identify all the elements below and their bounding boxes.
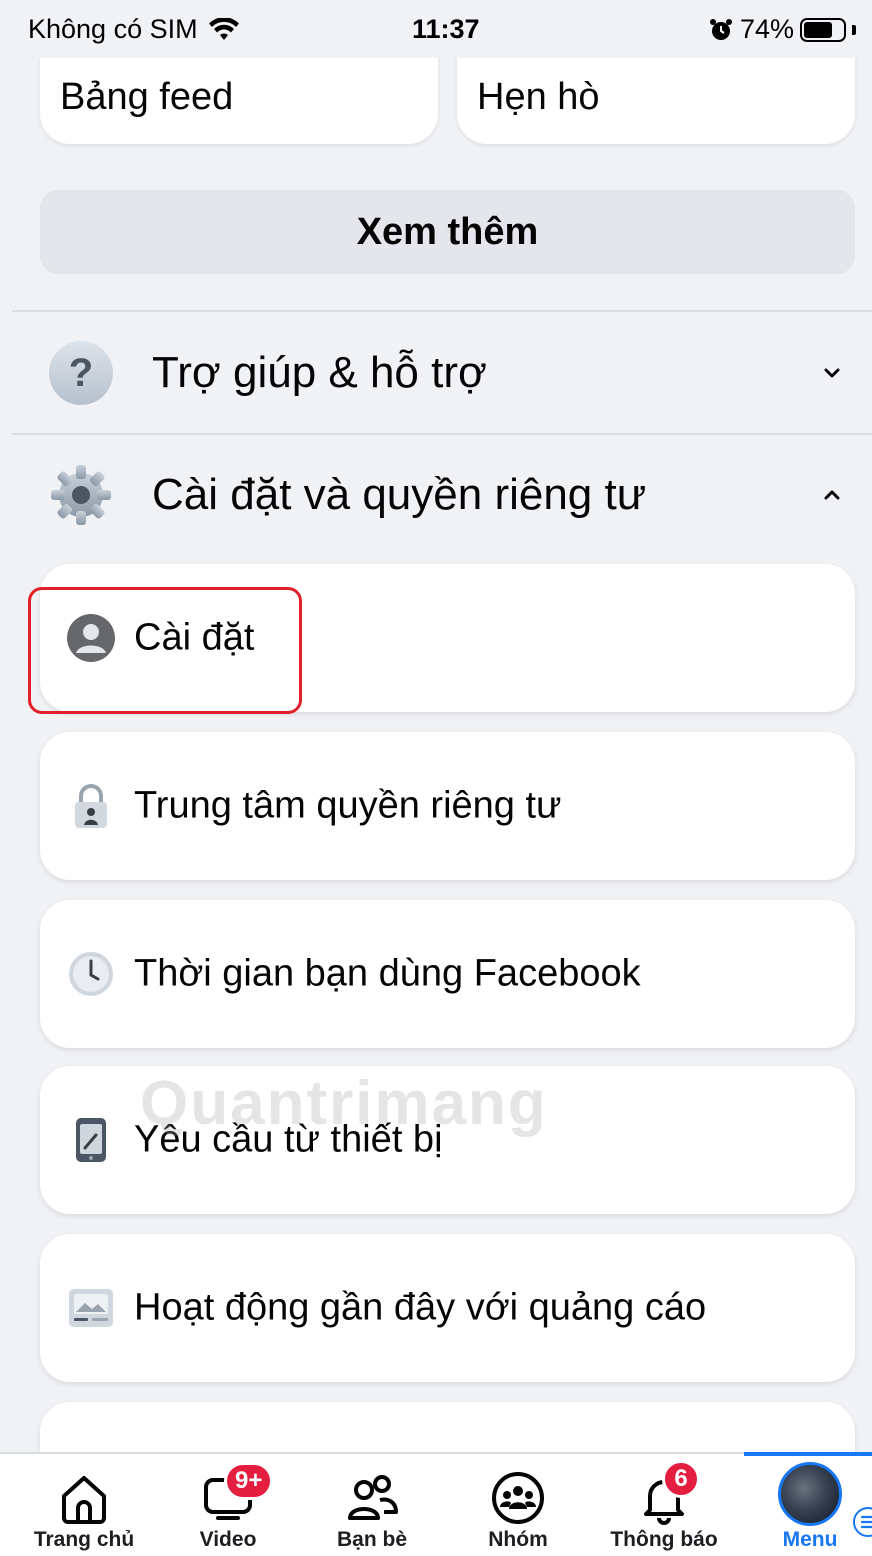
menu-item-time-on-facebook[interactable]: Thời gian bạn dùng Facebook: [40, 900, 855, 1048]
shortcut-feed-label: Bảng feed: [60, 76, 234, 118]
status-right: 74%: [708, 14, 856, 45]
clock-icon: [69, 952, 113, 996]
chevron-up-icon: [824, 490, 840, 500]
menu-item-privacy-center[interactable]: Trung tâm quyền riêng tư: [40, 732, 855, 880]
groups-icon: [492, 1472, 544, 1524]
battery-fill: [804, 21, 833, 38]
carrier-text: Không có SIM: [28, 14, 198, 44]
menu-item-ad-activity[interactable]: Hoạt động gần đây với quảng cáo: [40, 1234, 855, 1382]
wifi-icon: [208, 17, 239, 40]
lock-icon: [75, 784, 107, 828]
tab-home[interactable]: Trang chủ: [14, 1454, 154, 1556]
video-badge: 9+: [224, 1462, 274, 1500]
divider: [12, 310, 872, 312]
home-icon: [62, 1476, 106, 1524]
avatar: [778, 1462, 872, 1537]
tab-label: Bạn bè: [336, 1528, 407, 1551]
chevron-down-icon: [824, 368, 840, 378]
tab-groups[interactable]: Nhóm: [448, 1454, 588, 1556]
tab-label: Thông báo: [610, 1528, 718, 1551]
section-help-title: Trợ giúp & hỗ trợ: [152, 348, 487, 397]
status-left: Không có SIM: [28, 14, 240, 45]
gear-icon: [48, 462, 114, 528]
tab-friends[interactable]: Bạn bè: [302, 1454, 442, 1556]
alarm-icon: [709, 18, 732, 40]
battery-percent: 74%: [739, 14, 794, 44]
phone-icon: [76, 1118, 106, 1162]
shortcut-dating-label: Hẹn hò: [477, 76, 600, 118]
tab-label: Trang chủ: [33, 1528, 135, 1551]
see-more-button[interactable]: Xem thêm: [40, 190, 855, 274]
tab-video[interactable]: 9+ Video: [158, 1454, 298, 1556]
section-help[interactable]: ? Trợ giúp & hỗ trợ: [12, 313, 872, 433]
friends-icon: [348, 1475, 398, 1520]
menu-item-label: Hoạt động gần đây với quảng cáo: [134, 1286, 707, 1329]
status-bar: Không có SIM 11:37 74%: [0, 0, 872, 58]
tab-label: Nhóm: [488, 1528, 548, 1551]
tab-menu[interactable]: Menu: [740, 1454, 872, 1556]
notification-badge: 6: [662, 1460, 700, 1498]
menu-item-label: Trung tâm quyền riêng tư: [134, 784, 562, 827]
watermark-logo: Quantrimang: [140, 1069, 548, 1138]
tab-label: Video: [199, 1528, 257, 1551]
section-settings-title: Cài đặt và quyền riêng tư: [152, 470, 647, 519]
question-icon: ?: [48, 340, 114, 406]
bottom-tab-bar: Trang chủ 9+ Video Bạn bè Nhóm 6 Thông b…: [0, 1452, 872, 1556]
highlight-annotation: [28, 587, 302, 714]
clock-time: 11:37: [412, 14, 480, 44]
ad-activity-icon: [69, 1289, 113, 1327]
tab-label: Menu: [782, 1528, 838, 1551]
tab-notifications[interactable]: 6 Thông báo: [594, 1454, 734, 1556]
menu-item-label: Thời gian bạn dùng Facebook: [134, 952, 641, 995]
battery-tip: [852, 24, 856, 35]
section-settings-privacy[interactable]: Cài đặt và quyền riêng tư: [12, 435, 872, 555]
battery-icon: [800, 17, 846, 42]
